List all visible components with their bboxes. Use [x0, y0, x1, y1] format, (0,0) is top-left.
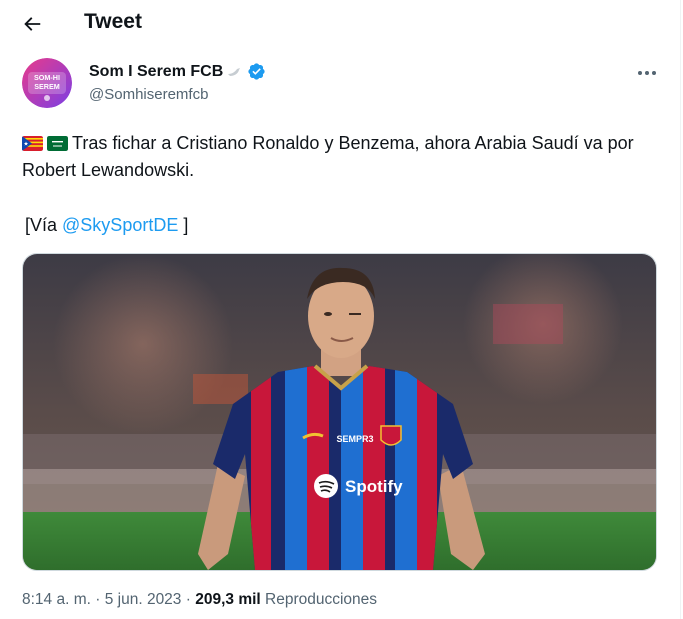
meta-separator: · — [90, 591, 105, 608]
tweet-meta: 8:14 a. m. · 5 jun. 2023 · 209,3 mil Rep… — [22, 591, 377, 609]
views-count: 209,3 mil — [195, 591, 261, 608]
svg-text:SOM-HI: SOM-HI — [34, 73, 60, 82]
tweet-text: Tras fichar a Cristiano Ronaldo y Benzem… — [22, 130, 652, 184]
back-button[interactable] — [14, 6, 50, 42]
jersey-sponsor-text: Spotify — [345, 477, 403, 496]
via-line: [Vía @SkySportDE ] — [25, 213, 188, 237]
verified-badge-icon — [248, 63, 265, 80]
author-handle[interactable]: @Somhiseremfcb — [89, 86, 208, 103]
mention-link[interactable]: @SkySportDE — [62, 215, 178, 235]
flag-catalonia-icon — [22, 136, 43, 151]
tweet-media-image[interactable]: SEMPR3 Spotify — [22, 253, 657, 571]
meta-separator: · — [181, 591, 196, 608]
more-dot — [645, 71, 649, 75]
svg-text:SEREM: SEREM — [34, 82, 60, 91]
flag-saudi-arabia-icon — [47, 136, 68, 151]
via-suffix: ] — [178, 215, 189, 235]
author-name[interactable]: Som I Serem FCB — [89, 62, 266, 81]
more-dot — [638, 71, 642, 75]
arrow-left-icon — [24, 17, 41, 31]
avatar[interactable]: SOM-HI SEREM — [22, 58, 72, 108]
more-options-button[interactable] — [630, 60, 664, 86]
tweet-body: Tras fichar a Cristiano Ronaldo y Benzem… — [22, 133, 634, 180]
more-dot — [652, 71, 656, 75]
bird-icon — [228, 67, 241, 76]
tweet-time[interactable]: 8:14 a. m. — [22, 591, 91, 608]
page-title: Tweet — [84, 10, 142, 33]
tweet-date[interactable]: 5 jun. 2023 — [105, 591, 182, 608]
header: Tweet — [0, 0, 680, 48]
jersey-brand-text: SEMPR3 — [336, 434, 373, 444]
tweet-page: Tweet SOM-HI SEREM Som I Serem FCB @Somh… — [0, 0, 681, 619]
views-label: Reproducciones — [260, 591, 378, 608]
via-prefix: [Vía — [25, 215, 63, 235]
author-name-text: Som I Serem FCB — [89, 62, 224, 80]
